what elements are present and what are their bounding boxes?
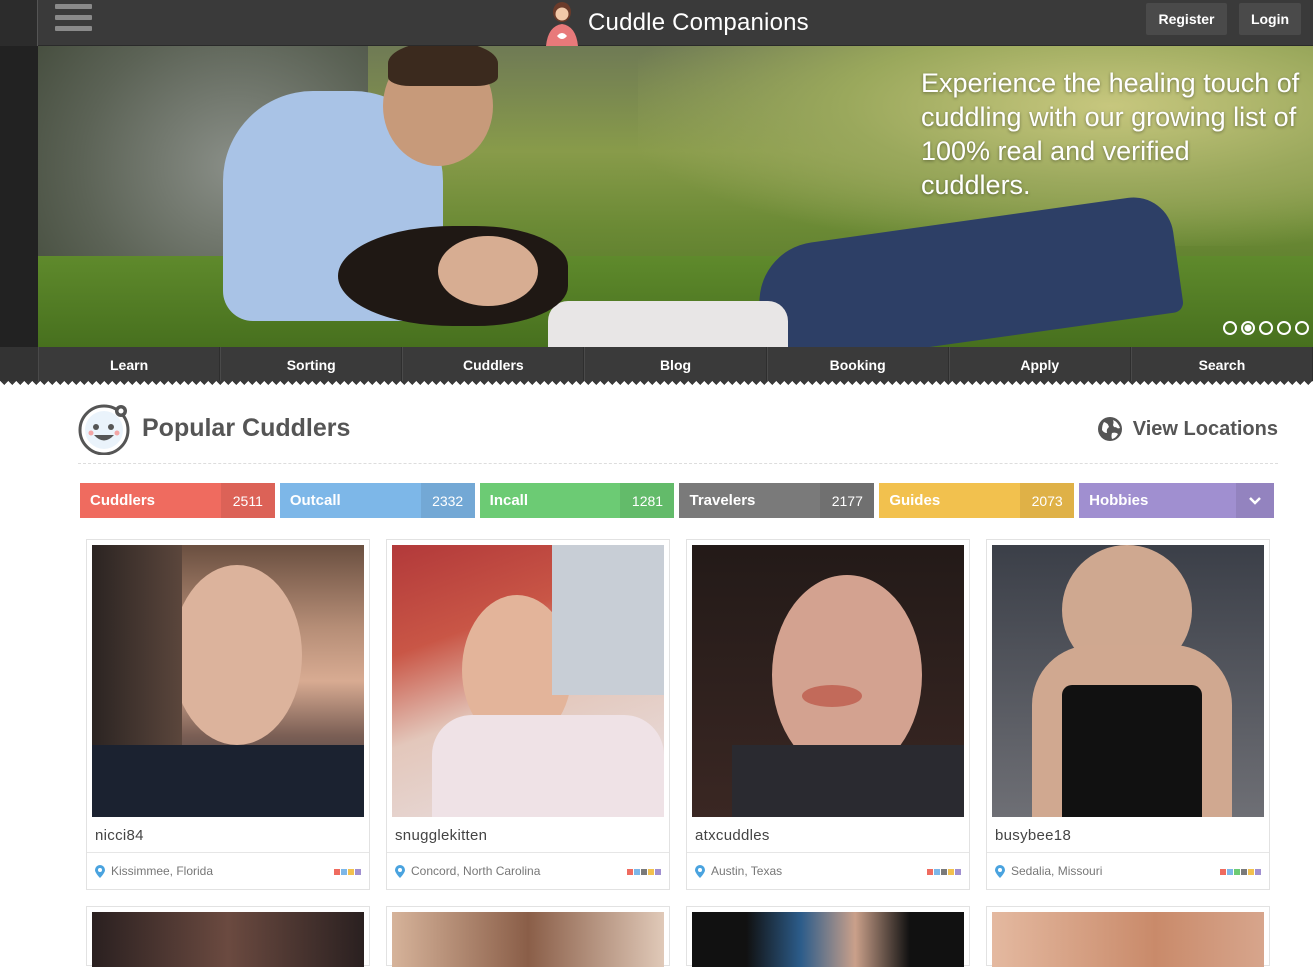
location: Concord, North Carolina	[395, 864, 540, 878]
service-swatches	[627, 869, 661, 875]
filter-count: 2073	[1020, 483, 1075, 518]
nav-sorting[interactable]: Sorting	[220, 347, 403, 383]
filter-bar: Cuddlers 2511 Outcall 2332 Incall 1281 T…	[80, 483, 1274, 518]
top-bar: Cuddle Companions Register Login	[0, 0, 1313, 46]
cuddler-card[interactable]: snugglekitten Concord, North Carolina	[386, 539, 670, 890]
nav-zigzag-divider	[0, 381, 1313, 389]
hero-slider: Experience the healing touch of cuddling…	[0, 46, 1313, 347]
profile-photo[interactable]	[92, 545, 364, 817]
brand-logo-icon	[540, 0, 584, 46]
slider-dots	[1223, 321, 1309, 335]
smiley-icon	[78, 402, 131, 456]
filter-count: 1281	[620, 483, 675, 518]
brand[interactable]: Cuddle Companions	[540, 0, 809, 46]
slider-dot-active[interactable]	[1241, 321, 1255, 335]
view-locations-label: View Locations	[1132, 417, 1278, 440]
nav-search[interactable]: Search	[1130, 347, 1313, 383]
filter-label: Incall	[489, 492, 529, 509]
filter-label: Outcall	[289, 492, 341, 509]
login-button[interactable]: Login	[1239, 3, 1301, 35]
filter-label: Hobbies	[1089, 492, 1149, 509]
filter-guides[interactable]: Guides 2073	[879, 483, 1075, 518]
map-pin-icon	[695, 864, 705, 878]
cuddler-card[interactable]: nicci84 Kissimmee, Florida	[86, 539, 370, 890]
cuddler-card[interactable]: busybee18 Sedalia, Missouri	[986, 539, 1270, 890]
filter-count: 2332	[420, 483, 475, 518]
hero-tagline: Experience the healing touch of cuddling…	[921, 68, 1300, 200]
map-pin-icon	[95, 864, 105, 878]
profile-photo[interactable]	[692, 912, 964, 967]
hamburger-menu-icon[interactable]	[55, 4, 92, 34]
filter-label: Travelers	[689, 492, 756, 509]
nav-blog[interactable]: Blog	[584, 347, 767, 383]
filter-cuddlers[interactable]: Cuddlers 2511	[80, 483, 275, 518]
filter-hobbies-dropdown[interactable]: Hobbies	[1079, 483, 1274, 518]
profile-photo[interactable]	[992, 545, 1264, 817]
nav-learn[interactable]: Learn	[38, 347, 221, 383]
slider-dot[interactable]	[1295, 321, 1309, 335]
username[interactable]: snugglekitten	[395, 827, 487, 844]
username[interactable]: atxcuddles	[695, 827, 770, 844]
profile-photo[interactable]	[392, 545, 664, 817]
profile-photo[interactable]	[392, 912, 664, 967]
map-pin-icon	[395, 864, 405, 878]
cuddler-card[interactable]	[86, 906, 370, 967]
sidebar-toggle-strip[interactable]	[0, 0, 38, 46]
service-swatches	[334, 869, 361, 875]
filter-count: 2177	[820, 483, 875, 518]
location: Austin, Texas	[695, 864, 782, 878]
location: Sedalia, Missouri	[995, 864, 1102, 878]
profile-photo[interactable]	[692, 545, 964, 817]
profile-photo[interactable]	[92, 912, 364, 967]
filter-count: 2511	[220, 483, 275, 518]
section-title: Popular Cuddlers	[142, 414, 351, 442]
view-locations-link[interactable]: View Locations	[1097, 416, 1278, 442]
register-button[interactable]: Register	[1146, 3, 1227, 35]
main-nav: Learn Sorting Cuddlers Blog Booking Appl…	[0, 347, 1313, 383]
location-text: Concord, North Carolina	[411, 864, 541, 878]
slider-dot[interactable]	[1277, 321, 1291, 335]
cuddler-card[interactable]	[986, 906, 1270, 967]
service-swatches	[1220, 869, 1261, 875]
brand-name: Cuddle Companions	[588, 9, 809, 36]
map-pin-icon	[995, 864, 1005, 878]
slider-dot[interactable]	[1223, 321, 1237, 335]
nav-apply[interactable]: Apply	[948, 347, 1131, 383]
chevron-down-icon[interactable]	[1235, 483, 1274, 518]
location-text: Sedalia, Missouri	[1011, 864, 1103, 878]
filter-label: Guides	[889, 492, 941, 509]
cuddler-card[interactable]	[386, 906, 670, 967]
section-header: Popular Cuddlers View Locations	[78, 400, 1278, 464]
sidebar-strip	[0, 46, 38, 347]
profile-photo[interactable]	[992, 912, 1264, 967]
nav-cuddlers[interactable]: Cuddlers	[402, 347, 585, 383]
location-text: Kissimmee, Florida	[111, 864, 214, 878]
globe-icon	[1097, 417, 1122, 441]
username[interactable]: busybee18	[995, 827, 1071, 844]
filter-outcall[interactable]: Outcall 2332	[279, 483, 475, 518]
cuddler-card[interactable]	[686, 906, 970, 967]
cuddler-card[interactable]: atxcuddles Austin, Texas	[686, 539, 970, 890]
location: Kissimmee, Florida	[95, 864, 213, 878]
service-swatches	[927, 869, 961, 875]
location-text: Austin, Texas	[711, 864, 783, 878]
nav-booking[interactable]: Booking	[766, 347, 949, 383]
filter-travelers[interactable]: Travelers 2177	[679, 483, 875, 518]
filter-incall[interactable]: Incall 1281	[479, 483, 675, 518]
slider-dot[interactable]	[1259, 321, 1273, 335]
filter-label: Cuddlers	[90, 492, 156, 509]
username[interactable]: nicci84	[95, 827, 144, 844]
